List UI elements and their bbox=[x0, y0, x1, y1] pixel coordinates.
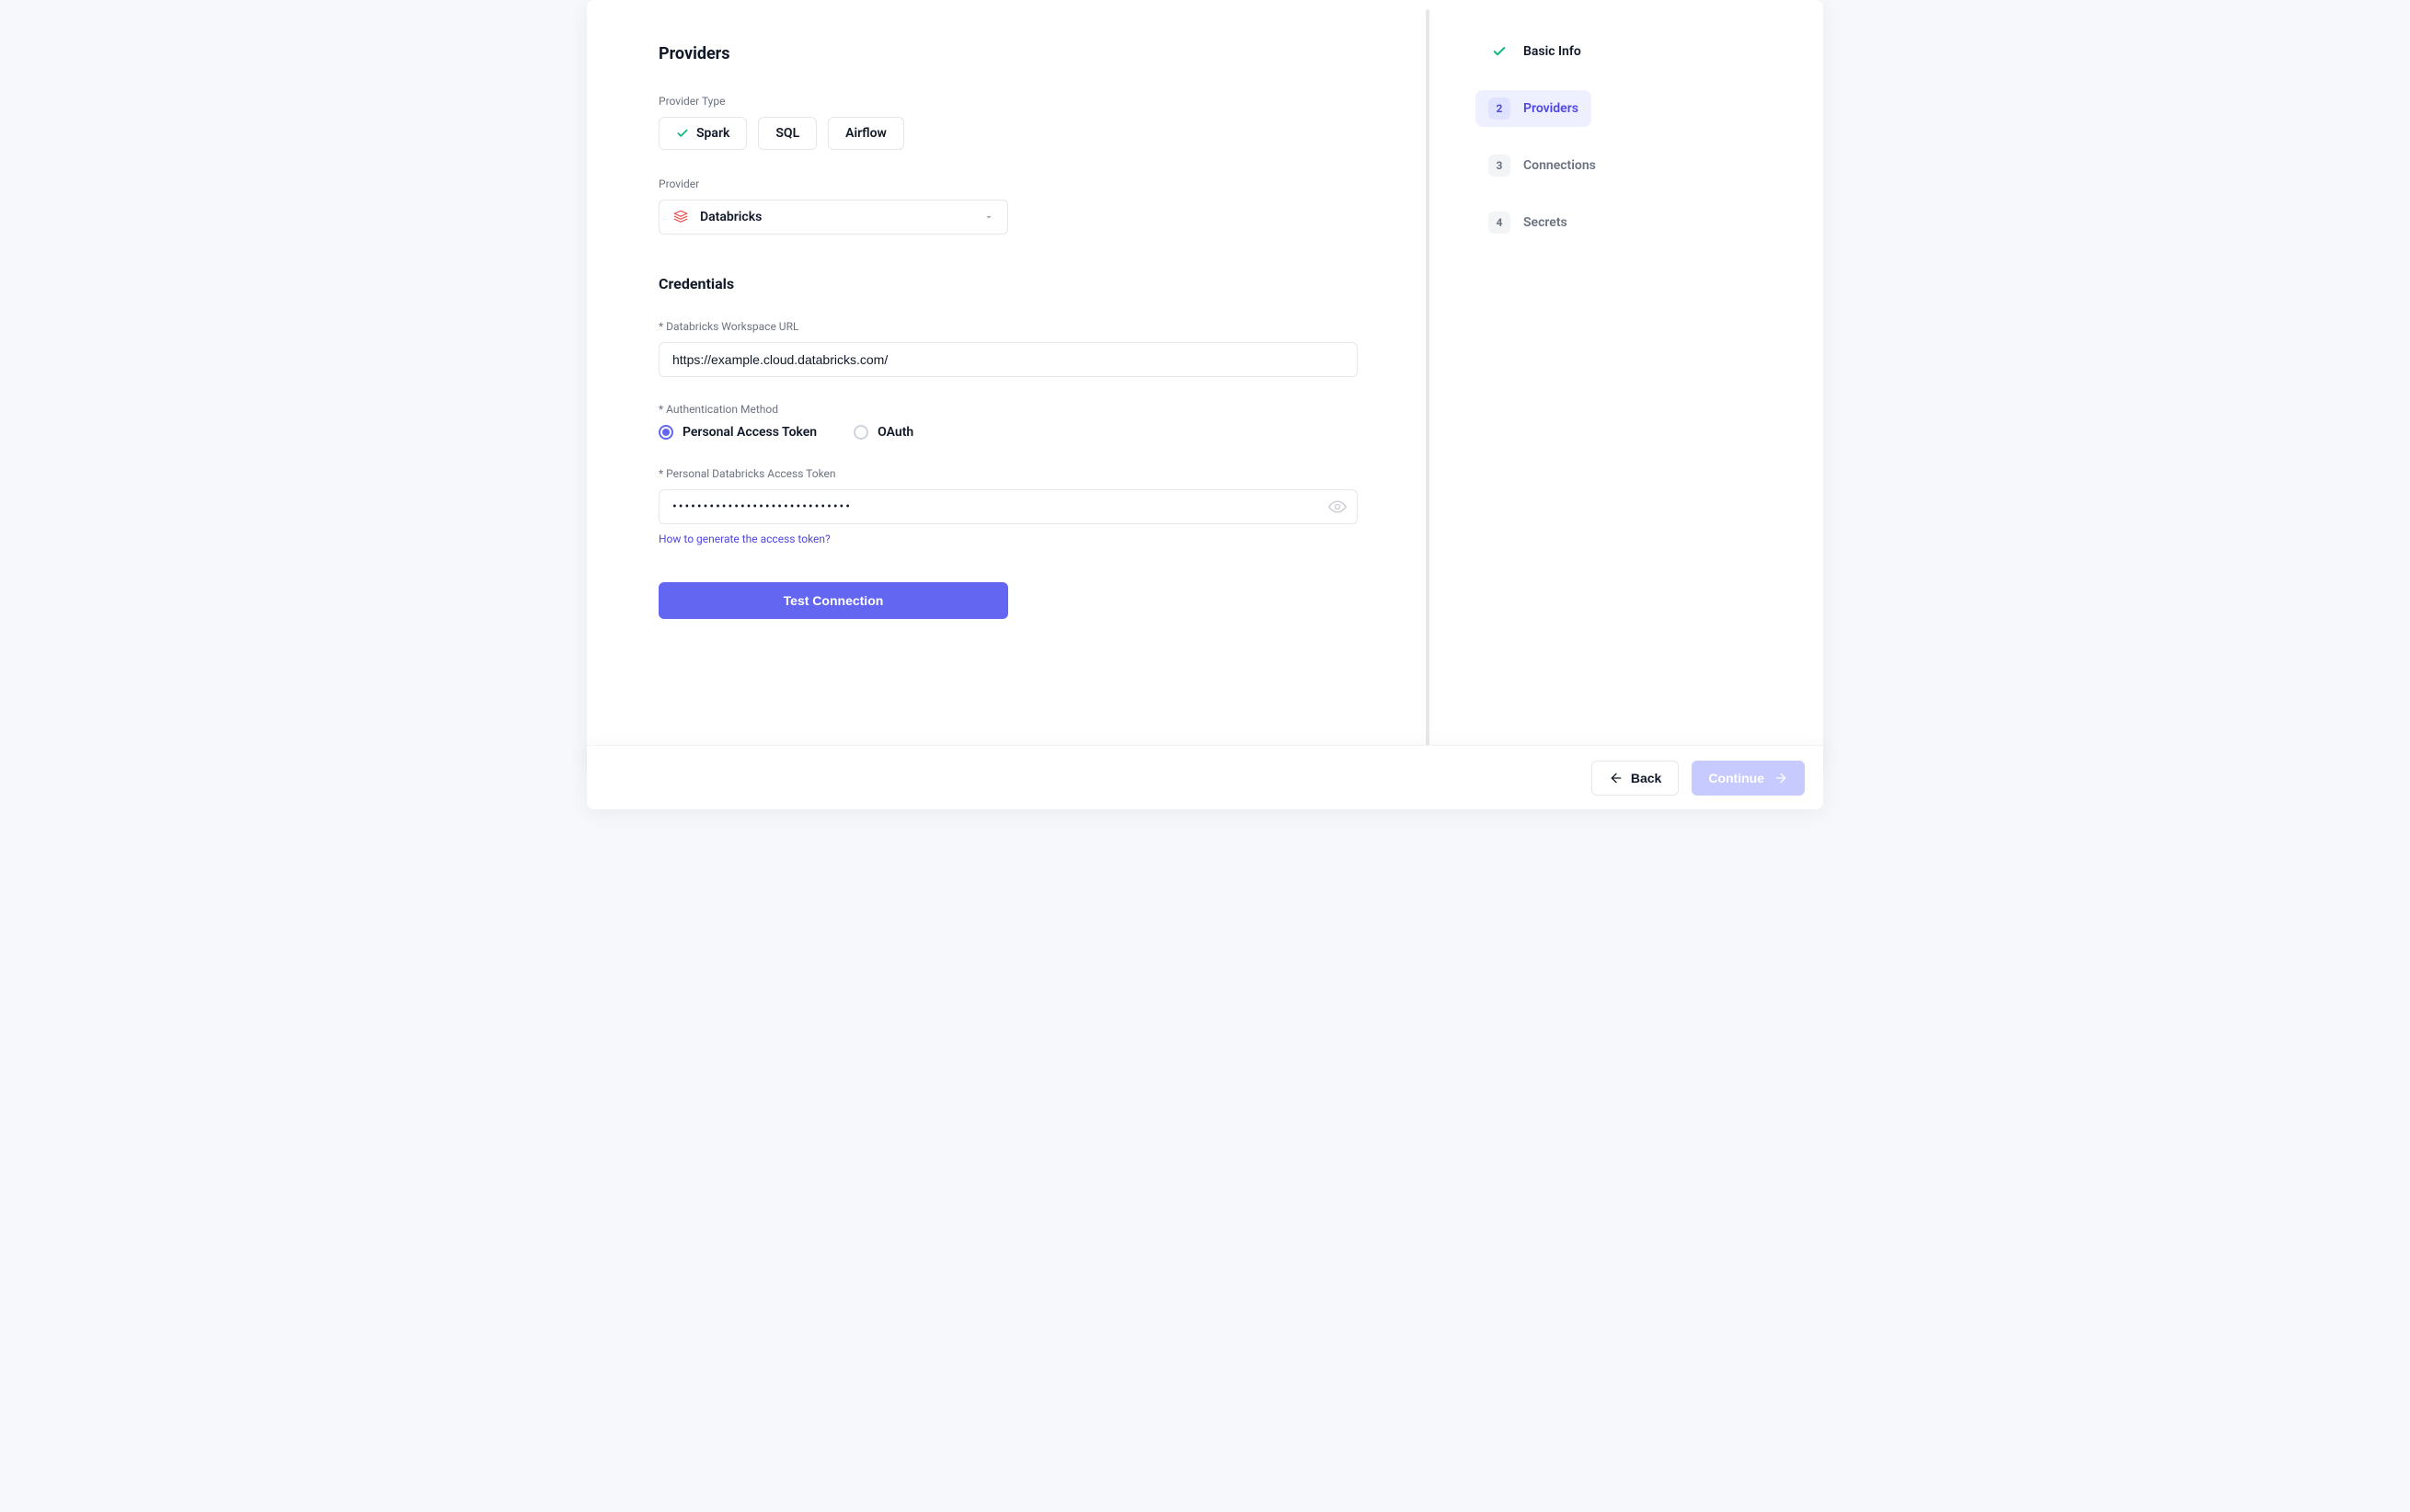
provider-type-label: Provider Type bbox=[659, 95, 1358, 108]
provider-type-label-text: Airflow bbox=[845, 126, 887, 141]
step-number-badge: 3 bbox=[1488, 155, 1510, 177]
radio-unselected-icon bbox=[854, 425, 868, 440]
radio-label: Personal Access Token bbox=[683, 425, 817, 440]
test-connection-button[interactable]: Test Connection bbox=[659, 582, 1008, 619]
auth-method-pat[interactable]: Personal Access Token bbox=[659, 425, 817, 440]
workspace-url-input[interactable] bbox=[659, 342, 1358, 377]
continue-button-label: Continue bbox=[1708, 771, 1764, 785]
token-help-link[interactable]: How to generate the access token? bbox=[659, 533, 831, 545]
provider-type-label-text: SQL bbox=[775, 126, 799, 141]
wizard-card: Providers Provider Type Spark SQL Airflo… bbox=[587, 0, 1823, 763]
footer-bar: Back Continue bbox=[587, 745, 1823, 809]
auth-method-oauth[interactable]: OAuth bbox=[854, 425, 913, 440]
back-button[interactable]: Back bbox=[1591, 761, 1679, 796]
step-label: Basic Info bbox=[1523, 44, 1581, 59]
step-number-badge: 2 bbox=[1488, 97, 1510, 120]
step-basic-info[interactable]: Basic Info bbox=[1475, 33, 1594, 70]
stepper: Basic Info 2 Providers 3 Connections 4 S… bbox=[1475, 33, 1823, 241]
step-connections[interactable]: 3 Connections bbox=[1475, 147, 1609, 184]
check-icon bbox=[676, 127, 689, 140]
provider-label: Provider bbox=[659, 178, 1358, 190]
provider-select-value: Databricks bbox=[700, 210, 972, 224]
main-column: Providers Provider Type Spark SQL Airflo… bbox=[587, 0, 1429, 763]
eye-icon[interactable] bbox=[1328, 498, 1347, 516]
token-input[interactable] bbox=[659, 489, 1358, 524]
step-label: Providers bbox=[1523, 101, 1578, 116]
arrow-right-icon bbox=[1773, 771, 1788, 785]
section-title: Providers bbox=[659, 44, 1358, 63]
form-panel: Providers Provider Type Spark SQL Airflo… bbox=[614, 0, 1402, 763]
token-label: Personal Databricks Access Token bbox=[659, 467, 1358, 480]
provider-type-airflow[interactable]: Airflow bbox=[828, 117, 904, 150]
step-number-badge: 4 bbox=[1488, 212, 1510, 234]
step-providers[interactable]: 2 Providers bbox=[1475, 90, 1591, 127]
step-secrets[interactable]: 4 Secrets bbox=[1475, 204, 1580, 241]
radio-label: OAuth bbox=[878, 425, 913, 440]
check-icon bbox=[1488, 40, 1510, 63]
workspace-url-label: Databricks Workspace URL bbox=[659, 320, 1358, 333]
credentials-title: Credentials bbox=[659, 275, 1358, 292]
step-label: Secrets bbox=[1523, 215, 1567, 230]
chevron-down-icon bbox=[983, 212, 994, 223]
back-button-label: Back bbox=[1631, 771, 1661, 785]
stepper-panel: Basic Info 2 Providers 3 Connections 4 S… bbox=[1429, 0, 1823, 763]
radio-selected-icon bbox=[659, 425, 673, 440]
provider-type-row: Spark SQL Airflow bbox=[659, 117, 1358, 150]
step-label: Connections bbox=[1523, 158, 1596, 173]
auth-method-row: Personal Access Token OAuth bbox=[659, 425, 1358, 440]
provider-select[interactable]: Databricks bbox=[659, 200, 1008, 235]
arrow-left-icon bbox=[1609, 771, 1624, 785]
continue-button[interactable]: Continue bbox=[1692, 761, 1805, 796]
auth-method-label: Authentication Method bbox=[659, 403, 1358, 416]
databricks-icon bbox=[672, 209, 689, 225]
scrollbar[interactable] bbox=[1426, 9, 1429, 754]
provider-type-sql[interactable]: SQL bbox=[758, 117, 817, 150]
provider-type-label-text: Spark bbox=[696, 126, 729, 141]
provider-type-spark[interactable]: Spark bbox=[659, 117, 747, 150]
